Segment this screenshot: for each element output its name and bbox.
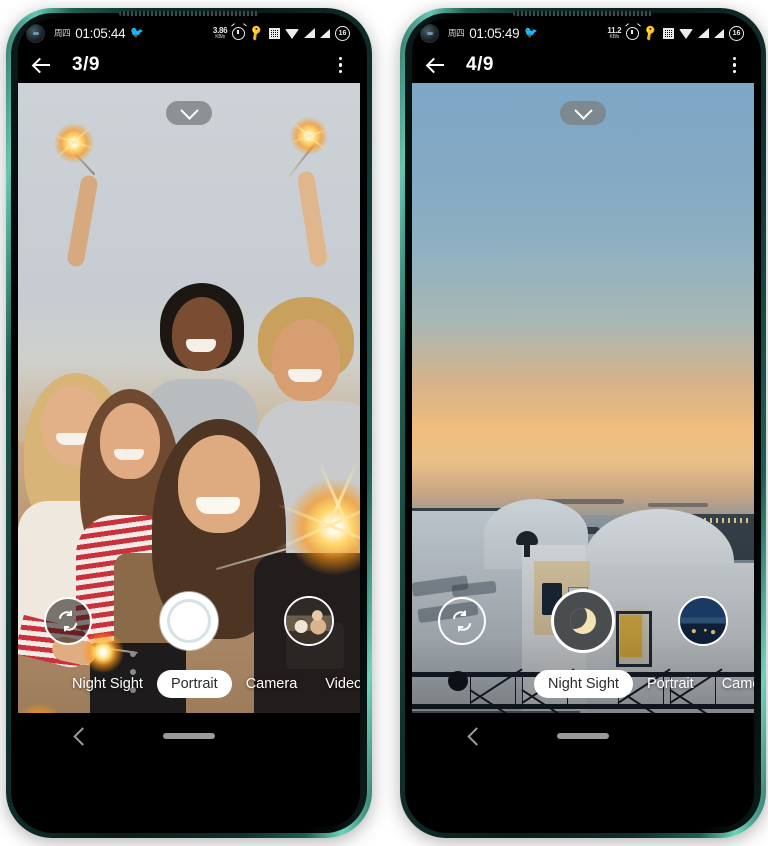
back-arrow-icon[interactable]	[32, 55, 52, 75]
battery-icon: 16	[335, 25, 350, 41]
app-bar: 3/9	[18, 47, 360, 83]
bird-icon: 🐦	[524, 26, 539, 39]
person-face	[272, 319, 340, 401]
front-camera-punch-hole	[26, 23, 45, 43]
qr-icon	[663, 27, 674, 39]
nav-back-icon[interactable]	[73, 726, 92, 746]
chevron-down-icon[interactable]	[166, 100, 212, 125]
mode-night-sight[interactable]: Night Sight	[534, 670, 633, 698]
bird-icon: 🐦	[130, 26, 145, 39]
alarm-icon	[232, 26, 246, 40]
network-speed-indicator: 11.2 KB/s	[607, 26, 621, 40]
signal-icon-1	[304, 28, 315, 38]
network-speed-unit: KB/s	[609, 33, 620, 40]
mode-camera[interactable]: Camera	[708, 670, 754, 698]
phone-device-right: 周四 01:05:49 🐦 11.2 KB/s 🔑 16 4/9 Night S…	[400, 8, 766, 838]
alarm-icon	[626, 26, 640, 40]
person-face	[100, 403, 160, 479]
mode-video[interactable]: Video	[311, 670, 360, 698]
status-bar: 周四 01:05:49 🐦 11.2 KB/s 🔑 16	[412, 19, 754, 47]
person-smile	[288, 369, 322, 382]
nav-back-icon[interactable]	[467, 726, 486, 746]
network-speed-indicator: 3.86 KB/s	[213, 26, 228, 40]
camera-viewfinder-left[interactable]: Night Sight Portrait Camera Video	[18, 83, 360, 713]
status-right-group: 11.2 KB/s 🔑 16	[607, 23, 744, 42]
status-clock: 01:05:49	[469, 25, 520, 41]
camera-mode-selector: Night Sight Portrait Camera	[412, 669, 754, 699]
screenshot-canvas: 周四 01:05:44 🐦 3.86 KB/s 🔑 16 3/9 Night S…	[0, 0, 768, 846]
gallery-thumbnail[interactable]	[678, 596, 728, 646]
status-bar: 周四 01:05:44 🐦 3.86 KB/s 🔑 16	[18, 19, 360, 47]
moon-icon	[570, 608, 596, 634]
chevron-glyph	[573, 100, 593, 120]
qr-icon	[269, 27, 280, 39]
page-counter: 3/9	[72, 54, 100, 75]
kebab-menu-icon[interactable]	[729, 53, 741, 78]
raised-arm	[296, 170, 329, 268]
status-weekday: 周四	[54, 28, 71, 38]
status-weekday: 周四	[448, 28, 465, 38]
status-clock: 01:05:44	[75, 25, 126, 41]
signal-icon-2	[714, 28, 724, 38]
kebab-menu-icon[interactable]	[335, 53, 347, 78]
key-icon: 🔑	[247, 23, 266, 42]
mode-camera[interactable]: Camera	[232, 670, 312, 698]
app-bar: 4/9	[412, 47, 754, 83]
mode-portrait[interactable]: Portrait	[633, 670, 708, 698]
camera-controls-row	[18, 591, 360, 651]
person-face	[172, 297, 232, 371]
earpiece-grille	[119, 11, 259, 16]
nav-home-indicator[interactable]	[163, 733, 215, 739]
phone-screen-right: 周四 01:05:49 🐦 11.2 KB/s 🔑 16 4/9 Night S…	[412, 19, 754, 827]
person-face	[178, 435, 260, 533]
person-smile	[114, 449, 144, 460]
camera-mode-selector: Night Sight Portrait Camera Video	[18, 669, 360, 699]
mode-night-sight[interactable]: Night Sight	[58, 670, 157, 698]
camera-viewfinder-right[interactable]: Night Sight Portrait Camera	[412, 83, 754, 713]
status-right-group: 3.86 KB/s 🔑 16	[213, 23, 350, 42]
phone-device-left: 周四 01:05:44 🐦 3.86 KB/s 🔑 16 3/9 Night S…	[6, 8, 372, 838]
thumbnail-image	[286, 598, 332, 644]
phone-screen-left: 周四 01:05:44 🐦 3.86 KB/s 🔑 16 3/9 Night S…	[18, 19, 360, 827]
gallery-thumbnail[interactable]	[284, 596, 334, 646]
system-nav-bar	[18, 713, 360, 759]
thumbnail-image	[680, 598, 726, 644]
flip-camera-icon[interactable]	[438, 597, 486, 645]
person-smile	[186, 339, 216, 352]
chevron-glyph	[179, 100, 199, 120]
camera-controls-row	[412, 589, 754, 653]
signal-icon-1	[698, 28, 709, 38]
key-icon: 🔑	[641, 23, 660, 42]
system-nav-bar	[412, 713, 754, 759]
status-left-group: 周四 01:05:49 🐦	[448, 26, 538, 41]
night-sight-shutter-button[interactable]	[551, 589, 615, 653]
wifi-icon	[285, 29, 299, 39]
shutter-button[interactable]	[160, 592, 218, 650]
wifi-icon	[679, 29, 693, 39]
flip-camera-icon[interactable]	[44, 597, 92, 645]
page-counter: 4/9	[466, 54, 494, 75]
earpiece-grille	[513, 11, 653, 16]
back-arrow-icon[interactable]	[426, 55, 446, 75]
mode-portrait[interactable]: Portrait	[156, 670, 232, 698]
person-smile	[196, 497, 240, 514]
network-speed-unit: KB/s	[215, 33, 225, 40]
nav-home-indicator[interactable]	[557, 733, 609, 739]
status-left-group: 周四 01:05:44 🐦	[54, 26, 144, 41]
battery-icon: 16	[729, 25, 744, 41]
signal-icon-2	[320, 28, 330, 38]
chevron-down-icon[interactable]	[560, 100, 606, 125]
front-camera-punch-hole	[420, 23, 439, 43]
raised-arm	[66, 174, 99, 268]
